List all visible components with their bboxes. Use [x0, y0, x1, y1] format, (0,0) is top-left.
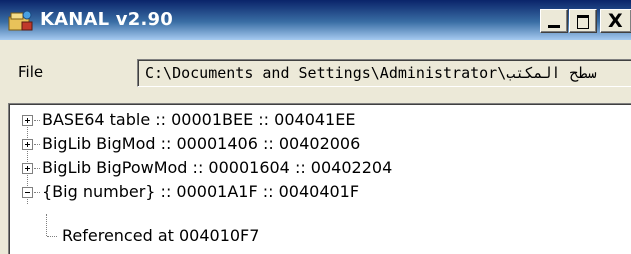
tree-item-label: {Big number} :: 00001A1F :: 0040401F [42, 182, 360, 201]
collapse-icon[interactable] [22, 187, 33, 198]
tree-line [34, 192, 40, 193]
file-path-text: C:\Documents and Settings\Administrator\… [145, 64, 597, 82]
expand-icon[interactable] [22, 139, 33, 150]
results-tree[interactable]: BASE64 table :: 00001BEE :: 004041EE Big… [8, 103, 631, 254]
tree-item[interactable]: BigLib BigMod :: 00001406 :: 00402006 [42, 134, 360, 154]
file-label: File [18, 63, 44, 81]
tree-line [47, 236, 57, 237]
tree-item-label: BigLib BigPowMod :: 00001604 :: 00402204 [42, 158, 393, 177]
kanal-app-icon [8, 10, 33, 31]
maximize-icon [577, 15, 589, 29]
tree-item-label: BASE64 table :: 00001BEE :: 004041EE [42, 110, 356, 129]
expand-icon[interactable] [22, 163, 33, 174]
minimize-icon [548, 25, 560, 28]
tree-item[interactable]: BASE64 table :: 00001BEE :: 004041EE [42, 110, 355, 130]
kanal-window: KANAL v2.90 X File C:\Documents and Sett… [0, 0, 631, 254]
tree-item-label: BigLib BigMod :: 00001406 :: 00402006 [42, 134, 361, 153]
file-path-field[interactable]: C:\Documents and Settings\Administrator\… [137, 59, 631, 87]
tree-item[interactable]: {Big number} :: 00001A1F :: 0040401F [42, 182, 359, 202]
maximize-button[interactable] [569, 9, 597, 33]
tree-line [34, 144, 40, 145]
tree-child-label: Referenced at 004010F7 [62, 226, 260, 245]
expand-icon[interactable] [22, 115, 33, 126]
close-button[interactable]: X [600, 9, 631, 33]
minimize-button[interactable] [540, 9, 568, 33]
tree-item[interactable]: BigLib BigPowMod :: 00001604 :: 00402204 [42, 158, 392, 178]
tree-line [34, 120, 40, 121]
window-title: KANAL v2.90 [40, 9, 173, 30]
title-bar[interactable]: KANAL v2.90 X [0, 0, 631, 40]
tree-child-item[interactable]: Referenced at 004010F7 [62, 226, 259, 246]
close-icon: X [608, 10, 623, 32]
tree-line [46, 214, 47, 236]
tree-line [34, 168, 40, 169]
